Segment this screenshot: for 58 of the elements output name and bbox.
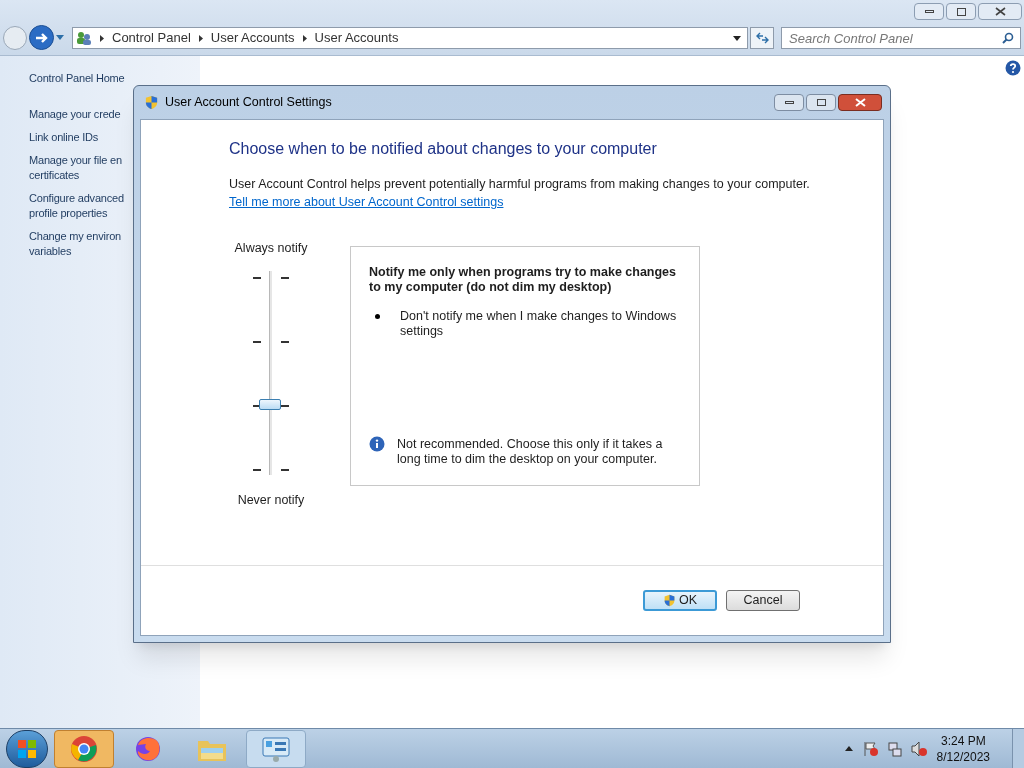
dialog-button[interactable]: OK [643, 590, 717, 611]
breadcrumb[interactable]: Control Panel [112, 28, 191, 48]
description-text: User Account Control helps prevent potentially harmful programs from making changes to your computer. [229, 177, 811, 192]
chevron-icon [198, 34, 203, 42]
bullet-icon [375, 313, 380, 319]
dropdown-icon[interactable] [733, 35, 741, 41]
slider-thumb[interactable] [259, 399, 281, 411]
close-button[interactable] [838, 94, 882, 111]
taskbar-button[interactable] [246, 729, 306, 768]
close-button[interactable] [978, 3, 1022, 20]
chevron-icon [302, 34, 307, 42]
help-icon[interactable] [1005, 60, 1021, 76]
sidebar-link[interactable]: Control Panel Home [29, 71, 125, 86]
help-link[interactable]: Tell me more about User Account Control settings [229, 195, 504, 209]
shield-icon [144, 95, 159, 110]
clock-date[interactable]: 8/12/2023 [936, 748, 990, 765]
network-icon[interactable] [886, 740, 903, 757]
users-icon [76, 31, 92, 45]
sidebar-link[interactable]: Manage your file en certificates [29, 153, 122, 183]
dialog-heading: Choose when to be notified about changes to your computer [229, 139, 658, 159]
window-title: User Account Control Settings [165, 94, 332, 112]
close-icon [854, 98, 866, 107]
windows-logo-icon [17, 738, 37, 759]
refresh-button[interactable] [750, 27, 774, 49]
taskbar-button[interactable] [54, 729, 114, 768]
control-panel-icon [260, 734, 292, 763]
sidebar-link[interactable]: Manage your crede [29, 107, 121, 122]
breadcrumb[interactable]: User Accounts [314, 28, 399, 48]
warning-note: Not recommended. Choose this only if it takes a long time to dim the desktop on your computer. [397, 436, 664, 467]
dialog-button[interactable]: Cancel [726, 590, 800, 611]
forward-button[interactable] [29, 25, 54, 50]
show-hidden-icons-icon[interactable] [844, 746, 853, 751]
sidebar-link[interactable]: Configure advanced profile properties [29, 191, 124, 221]
search-icon[interactable] [1002, 32, 1014, 44]
bullet-text: Don't notify me when I make changes to Windows settings [400, 308, 678, 339]
muted-speaker-icon[interactable] [910, 740, 927, 757]
close-icon [994, 7, 1006, 16]
slider-label: Always notify [234, 239, 308, 257]
setting-title: Notify me only when programs try to make changes to my computer (do not dim my desktop) [369, 264, 678, 295]
sidebar-link[interactable]: Link online IDs [29, 130, 99, 145]
flag-icon[interactable] [862, 740, 879, 757]
start-button[interactable] [6, 729, 48, 768]
info-icon [369, 435, 385, 452]
sidebar-link[interactable]: Change my environ variables [29, 229, 121, 259]
restore-button[interactable] [946, 3, 976, 20]
clock-time[interactable]: 3:24 PM [940, 732, 986, 749]
slider-label: Never notify [237, 492, 305, 510]
maximize-button[interactable] [806, 94, 836, 111]
chevron-icon [100, 34, 104, 42]
fox-globe-icon [134, 734, 162, 763]
arrow-right-icon [34, 31, 49, 44]
minimize-button[interactable] [774, 94, 804, 111]
shield-icon [662, 594, 676, 607]
breadcrumb[interactable]: User Accounts [210, 28, 295, 48]
refresh-icon [755, 32, 769, 44]
minimize-button[interactable] [914, 3, 944, 20]
search-field[interactable]: Search Control Panel [781, 27, 1021, 49]
browser-icon [70, 734, 98, 763]
